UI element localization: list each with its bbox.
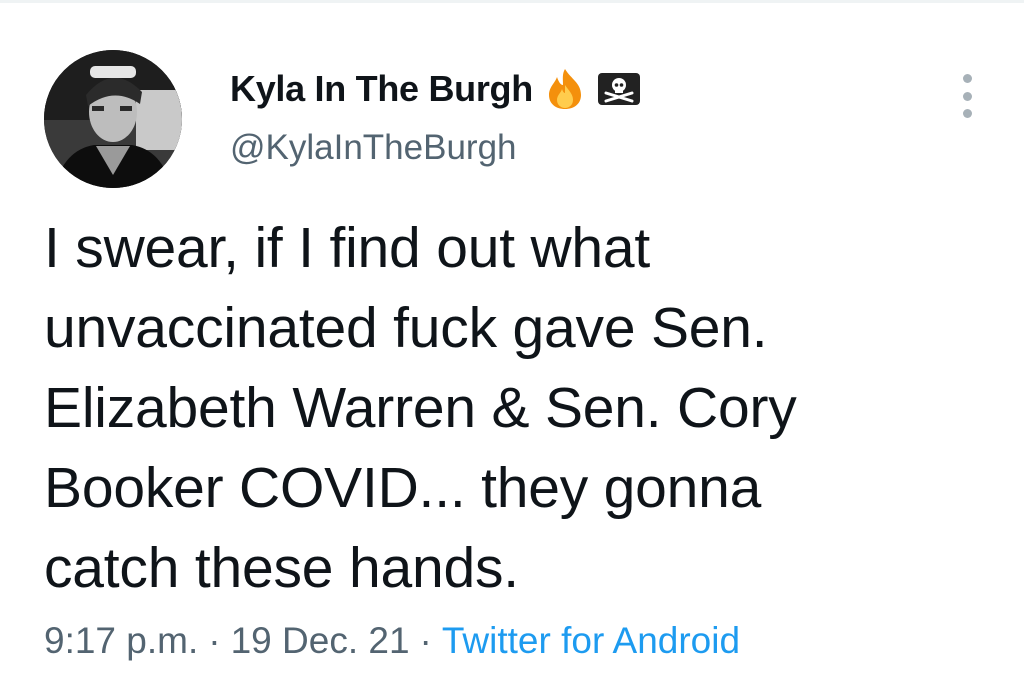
more-dot [962,109,972,118]
user-handle[interactable]: @KylaInTheBurgh [230,128,517,168]
meta-separator: · [419,620,432,661]
pirate-flag-icon [597,67,641,111]
tweet-text-line: unvaccinated fuck gave Sen. [44,296,768,360]
tweet-text-line: Booker COVID... they gonna [44,456,762,520]
avatar-image [44,50,182,188]
more-dot [962,74,972,83]
tweet-text: I swear, if I find out what unvaccinated… [44,208,984,608]
avatar[interactable] [44,50,182,188]
tweet-text-line: I swear, if I find out what [44,216,651,280]
meta-separator: · [208,620,221,661]
tweet-time[interactable]: 9:17 p.m. [44,620,198,662]
display-name[interactable]: Kyla In The Burgh [230,68,533,110]
author-name-row[interactable]: Kyla In The Burgh [230,66,641,112]
more-dot [962,91,972,101]
top-divider [0,0,1024,3]
tweet-meta: 9:17 p.m. · 19 Dec. 21 · Twitter for And… [44,620,740,662]
tweet-text-line: Elizabeth Warren & Sen. Cory [44,376,797,440]
fire-icon [543,67,587,111]
tweet-date[interactable]: 19 Dec. 21 [231,620,410,662]
tweet-source-link[interactable]: Twitter for Android [442,620,740,662]
more-options-icon[interactable] [950,74,984,118]
tweet-text-line: catch these hands. [44,536,519,600]
